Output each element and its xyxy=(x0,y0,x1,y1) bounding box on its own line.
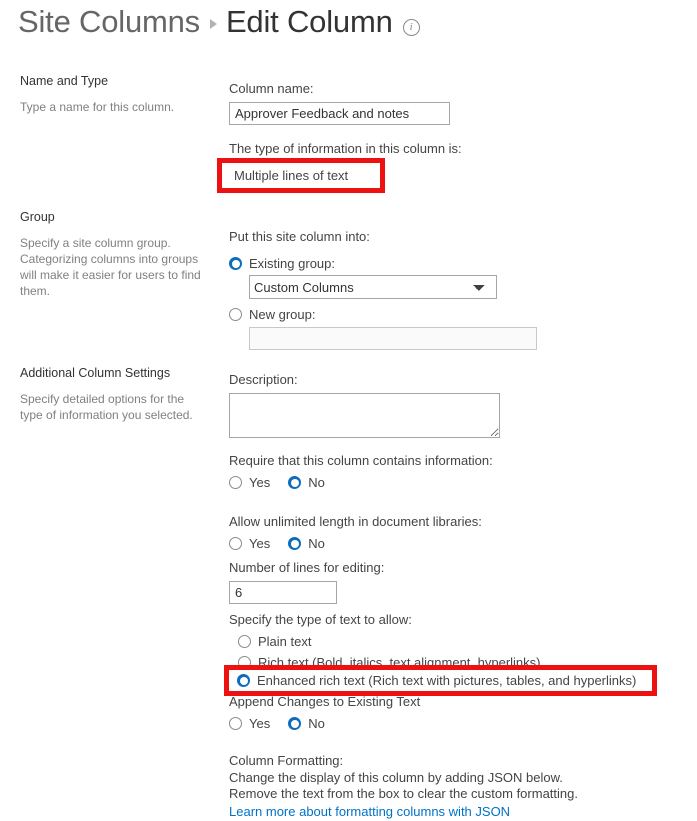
unlimited-no-radio[interactable] xyxy=(288,537,302,550)
lines-label: Number of lines for editing: xyxy=(229,560,385,575)
section-desc-additional-settings: Specify detailed options for the type of… xyxy=(20,392,193,422)
breadcrumb-site-columns[interactable]: Site Columns xyxy=(18,4,200,40)
require-yes-option[interactable]: Yes xyxy=(229,474,270,491)
enhanced-rich-text-row[interactable]: Enhanced rich text (Rich text with pictu… xyxy=(224,665,657,696)
require-yes-label: Yes xyxy=(249,475,271,490)
column-name-input[interactable] xyxy=(229,102,450,125)
require-no-radio[interactable] xyxy=(288,476,302,489)
append-yes-radio[interactable] xyxy=(229,717,242,730)
section-title-additional-settings: Additional Column Settings xyxy=(20,366,171,380)
page-title: Edit Column xyxy=(225,4,393,39)
unlimited-yes-radio[interactable] xyxy=(229,537,242,550)
require-radio-row: Yes No xyxy=(229,474,493,491)
new-group-radio[interactable] xyxy=(229,308,242,321)
plain-text-row[interactable]: Plain text xyxy=(238,633,541,650)
append-field-group: Append Changes to Existing Text Yes No xyxy=(229,693,420,735)
append-no-radio[interactable] xyxy=(288,717,302,730)
group-field-group: Put this site column into: Existing grou… xyxy=(229,228,537,350)
section-desc-group: Specify a site column group. Categorizin… xyxy=(20,236,201,298)
chevron-right-icon xyxy=(209,19,217,29)
existing-group-radio[interactable] xyxy=(229,257,242,270)
unlimited-yes-option[interactable]: Yes xyxy=(229,535,270,552)
unlimited-yes-label: Yes xyxy=(249,536,271,551)
column-name-field-group: Column name: xyxy=(229,80,450,125)
enhanced-rich-text-label: Enhanced rich text (Rich text with pictu… xyxy=(257,673,637,688)
section-title-group: Group xyxy=(20,210,55,224)
column-formatting-line1: Change the display of this column by add… xyxy=(229,769,563,785)
append-yes-label: Yes xyxy=(249,716,271,731)
unlimited-no-label: No xyxy=(308,536,325,551)
column-name-label: Column name: xyxy=(229,81,314,96)
section-name-and-type-info: Name and Type Type a name for this colum… xyxy=(20,74,220,115)
lines-input[interactable] xyxy=(229,581,337,604)
description-label: Description: xyxy=(229,372,298,387)
existing-group-label: Existing group: xyxy=(249,256,335,271)
require-no-label: No xyxy=(308,475,325,490)
append-no-label: No xyxy=(308,716,325,731)
append-no-option[interactable]: No xyxy=(288,715,325,732)
put-site-column-into-label: Put this site column into: xyxy=(229,229,370,244)
require-no-option[interactable]: No xyxy=(288,474,325,491)
append-yes-option[interactable]: Yes xyxy=(229,715,270,732)
existing-group-radio-row[interactable]: Existing group: xyxy=(229,255,537,272)
lines-field-group: Number of lines for editing: xyxy=(229,559,384,604)
require-label: Require that this column contains inform… xyxy=(229,453,493,468)
section-group-info: Group Specify a site column group. Categ… xyxy=(20,210,220,299)
text-type-label: Specify the type of text to allow: xyxy=(229,612,412,627)
section-additional-settings-info: Additional Column Settings Specify detai… xyxy=(20,366,220,423)
plain-text-label: Plain text xyxy=(258,634,312,649)
plain-text-radio[interactable] xyxy=(238,635,251,648)
column-type-value: Multiple lines of text xyxy=(234,168,349,183)
column-formatting-line2: Remove the text from the box to clear th… xyxy=(229,786,578,801)
require-field-group: Require that this column contains inform… xyxy=(229,452,493,494)
unlimited-length-label: Allow unlimited length in document libra… xyxy=(229,514,482,529)
section-desc-name-and-type: Type a name for this column. xyxy=(20,100,175,114)
column-formatting-group: Column Formatting: Change the display of… xyxy=(229,753,578,821)
unlimited-length-field-group: Allow unlimited length in document libra… xyxy=(229,513,482,555)
append-radio-row: Yes No xyxy=(229,715,420,732)
description-field-group: Description: xyxy=(229,371,500,443)
description-textarea[interactable] xyxy=(229,393,500,438)
existing-group-select[interactable]: Custom Columns xyxy=(249,275,497,299)
breadcrumb: Site Columns Edit Column i xyxy=(18,4,420,40)
require-yes-radio[interactable] xyxy=(229,476,242,489)
formatting-json-link[interactable]: Learn more about formatting columns with… xyxy=(229,804,510,819)
new-group-input[interactable] xyxy=(249,327,537,350)
unlimited-radio-row: Yes No xyxy=(229,535,482,552)
new-group-radio-row[interactable]: New group: xyxy=(229,306,537,323)
column-type-label: The type of information in this column i… xyxy=(229,141,462,156)
unlimited-no-option[interactable]: No xyxy=(288,535,325,552)
new-group-label: New group: xyxy=(249,307,316,322)
column-type-value-wrapper: Multiple lines of text xyxy=(217,158,385,193)
info-icon[interactable]: i xyxy=(402,18,420,36)
enhanced-rich-text-radio[interactable] xyxy=(237,674,250,687)
section-title-name-and-type: Name and Type xyxy=(20,74,109,88)
column-formatting-title: Column Formatting: xyxy=(229,753,344,768)
